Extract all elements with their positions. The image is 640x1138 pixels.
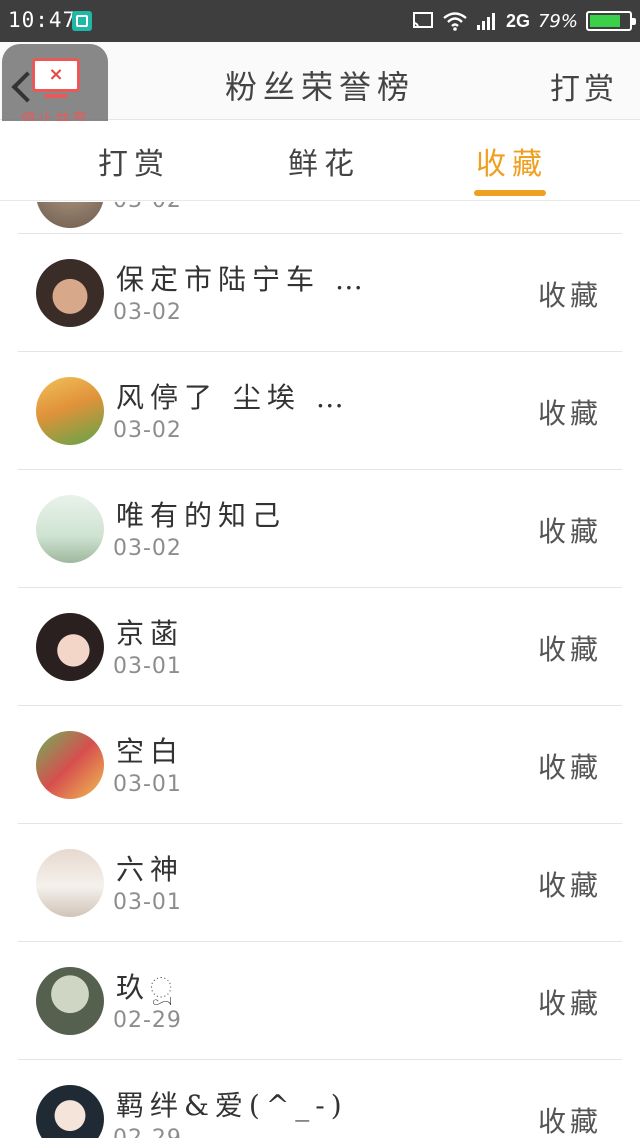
avatar: [36, 202, 104, 228]
item-action-label: 收藏: [537, 1105, 602, 1138]
list-item[interactable]: 玖ූ 02-29 收藏: [18, 942, 622, 1060]
tab-reward[interactable]: 打赏: [98, 139, 170, 183]
tab-flowers[interactable]: 鲜花: [288, 139, 360, 183]
item-name: 京菡: [116, 617, 185, 650]
avatar: [36, 967, 104, 1035]
status-right-group: 2G 79%: [412, 8, 636, 34]
screenshot-icon: [72, 11, 92, 31]
item-date: 03-02: [113, 536, 182, 561]
item-action-label: 收藏: [537, 751, 602, 784]
item-action-label: 收藏: [537, 987, 602, 1020]
avatar: [36, 259, 104, 327]
item-name: 空白: [116, 735, 185, 768]
stop-share-screen-icon[interactable]: ×: [32, 58, 80, 98]
cast-icon: [412, 12, 433, 28]
list-item[interactable]: 风停了 尘埃 … 03-02 收藏: [18, 352, 622, 470]
item-date: 02-29: [113, 1008, 182, 1033]
item-name: 玖ූ: [116, 971, 179, 1004]
fan-list[interactable]: 03-02 保定市陆宁车 … 03-02 收藏 风停了 尘埃 … 03-02 收…: [18, 202, 622, 1138]
avatar: [36, 731, 104, 799]
item-action-label: 收藏: [537, 279, 602, 312]
network-type: 2G: [505, 10, 530, 31]
wifi-icon: [443, 12, 467, 31]
avatar: [36, 377, 104, 445]
avatar: [36, 613, 104, 681]
item-name: 羁绊&爱(^_-): [116, 1089, 348, 1122]
item-date: 03-02: [113, 300, 182, 325]
item-action-label: 收藏: [537, 869, 602, 902]
signal-icon: [476, 13, 495, 30]
item-action-label: 收藏: [537, 633, 602, 666]
battery-icon: [586, 11, 636, 31]
item-name: 唯有的知己: [116, 499, 287, 532]
item-name: 保定市陆宁车 …: [116, 263, 369, 296]
item-date: 02-29: [113, 1126, 182, 1138]
avatar: [36, 495, 104, 563]
battery-level-fill: [590, 15, 621, 27]
item-action-label: 收藏: [537, 397, 602, 430]
list-item[interactable]: 保定市陆宁车 … 03-02 收藏: [18, 234, 622, 352]
active-tab-indicator: [474, 190, 546, 196]
list-item[interactable]: 六神 03-01 收藏: [18, 824, 622, 942]
close-icon: ×: [48, 64, 64, 85]
status-bar: 10:47 2G 79%: [0, 0, 640, 42]
list-item[interactable]: 03-02: [18, 202, 622, 234]
list-item[interactable]: 京菡 03-01 收藏: [18, 588, 622, 706]
item-date: 03-02: [113, 418, 182, 443]
list-item[interactable]: 羁绊&爱(^_-) 02-29 收藏: [18, 1060, 622, 1138]
item-date: 03-01: [113, 772, 182, 797]
avatar: [36, 849, 104, 917]
item-name: 风停了 尘埃 …: [116, 381, 350, 414]
item-action-label: 收藏: [537, 515, 602, 548]
list-item[interactable]: 唯有的知己 03-02 收藏: [18, 470, 622, 588]
tab-favorites[interactable]: 收藏: [476, 139, 548, 183]
status-time: 10:47: [8, 8, 77, 32]
item-date: 03-02: [113, 202, 182, 213]
item-date: 03-01: [113, 890, 182, 915]
item-date: 03-01: [113, 654, 182, 679]
battery-percent: 79%: [537, 10, 578, 32]
reward-header-button[interactable]: 打赏: [550, 64, 618, 108]
list-item[interactable]: 空白 03-01 收藏: [18, 706, 622, 824]
tab-bar: 打赏 鲜花 收藏: [0, 121, 640, 201]
avatar: [36, 1085, 104, 1138]
item-name: 六神: [116, 853, 185, 886]
